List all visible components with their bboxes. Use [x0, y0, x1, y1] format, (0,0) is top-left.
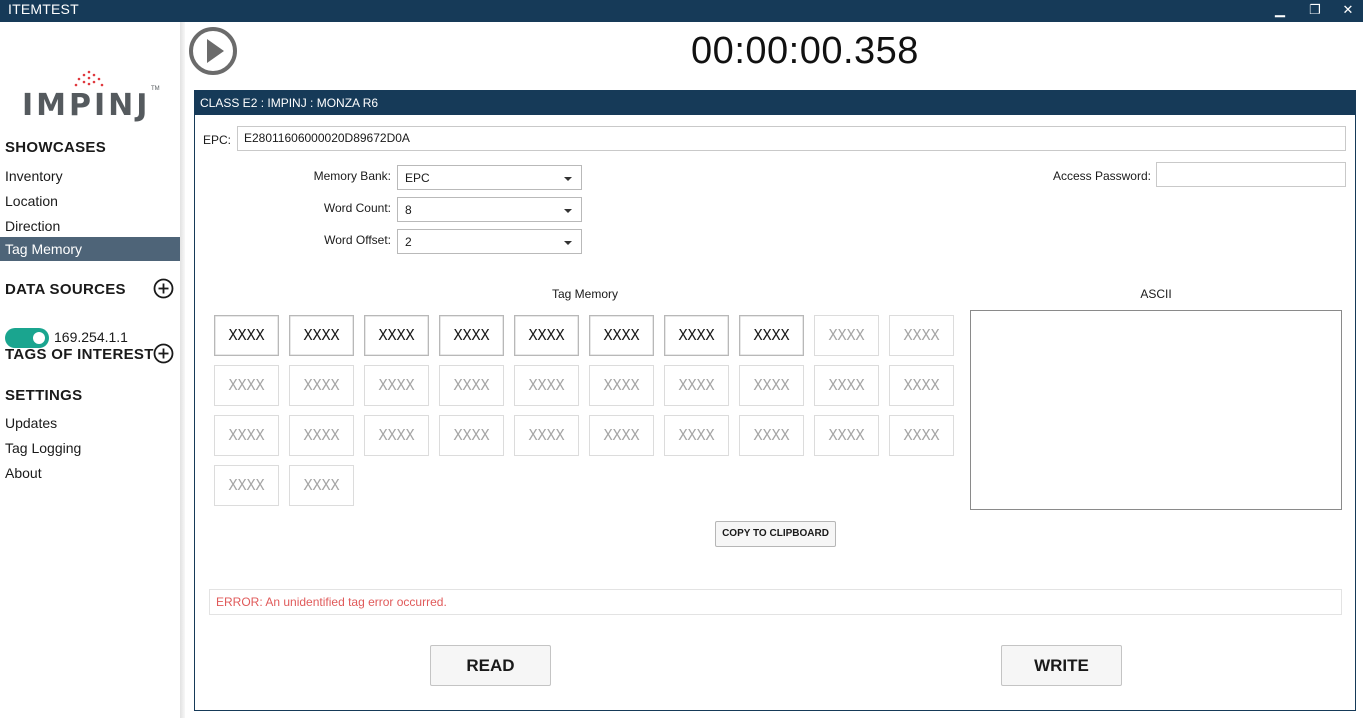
sidebar-item-updates[interactable]: Updates	[0, 411, 180, 435]
memory-word-cell[interactable]: XXXX	[664, 315, 729, 356]
memory-word-cell[interactable]: XXXX	[589, 315, 654, 356]
memory-word-cell[interactable]: XXXX	[364, 415, 429, 456]
sidebar-item-tag-logging[interactable]: Tag Logging	[0, 436, 180, 460]
memory-word-cell[interactable]: XXXX	[514, 365, 579, 406]
chevron-down-icon	[564, 241, 572, 245]
memory-word-cell[interactable]: XXXX	[514, 415, 579, 456]
close-icon[interactable]: ✕	[1333, 0, 1363, 22]
sidebar: IMPINJ TM SHOWCASES Inventory Location D…	[0, 22, 180, 718]
tag-memory-panel: CLASS E2 : IMPINJ : MONZA R6 EPC: E28011…	[194, 90, 1356, 711]
sidebar-item-direction[interactable]: Direction	[0, 214, 180, 238]
memory-word-cell[interactable]: XXXX	[289, 365, 354, 406]
panel-title: CLASS E2 : IMPINJ : MONZA R6	[195, 91, 1355, 115]
memory-word-cell[interactable]: XXXX	[439, 415, 504, 456]
window-title: ITEMTEST	[8, 1, 79, 17]
memory-word-cell[interactable]: XXXX	[214, 465, 279, 506]
memory-word-cell[interactable]: XXXX	[814, 415, 879, 456]
memory-bank-label: Memory Bank:	[313, 169, 391, 183]
sidebar-item-location[interactable]: Location	[0, 189, 180, 213]
tag-memory-heading: Tag Memory	[551, 287, 619, 301]
error-message: ERROR: An unidentified tag error occurre…	[209, 589, 1342, 615]
memory-word-cell[interactable]: XXXX	[289, 315, 354, 356]
read-button[interactable]: READ	[430, 645, 551, 686]
memory-bank-value: EPC	[405, 171, 430, 185]
logo-trademark: TM	[151, 86, 160, 92]
toggle-knob	[33, 332, 45, 344]
sidebar-item-about[interactable]: About	[0, 461, 180, 485]
sidebar-divider	[180, 22, 185, 718]
memory-word-cell[interactable]: XXXX	[214, 415, 279, 456]
play-circle-icon[interactable]	[188, 26, 238, 76]
memory-word-cell[interactable]: XXXX	[664, 365, 729, 406]
epc-field[interactable]: E28011606000020D89672D0A	[237, 126, 1346, 151]
data-source-address: 169.254.1.1	[54, 329, 128, 345]
access-password-field[interactable]	[1156, 162, 1346, 187]
ascii-textarea[interactable]	[970, 310, 1342, 510]
ascii-heading: ASCII	[1140, 287, 1172, 301]
memory-word-cell[interactable]: XXXX	[514, 315, 579, 356]
impinj-logo: IMPINJ TM	[22, 66, 162, 126]
data-source-toggle[interactable]	[5, 328, 49, 348]
restore-icon[interactable]: ❐	[1300, 0, 1330, 22]
memory-word-cell[interactable]: XXXX	[439, 315, 504, 356]
add-data-source-icon[interactable]	[153, 278, 174, 299]
memory-word-cell[interactable]: XXXX	[589, 415, 654, 456]
sidebar-item-inventory[interactable]: Inventory	[0, 164, 180, 188]
word-offset-value: 2	[405, 235, 412, 249]
memory-word-cell[interactable]: XXXX	[289, 465, 354, 506]
access-password-label: Access Password:	[1052, 169, 1151, 183]
word-offset-label: Word Offset:	[324, 233, 391, 247]
memory-word-cell[interactable]: XXXX	[364, 365, 429, 406]
memory-word-cell[interactable]: XXXX	[664, 415, 729, 456]
memory-word-cell[interactable]: XXXX	[889, 365, 954, 406]
memory-word-cell[interactable]: XXXX	[214, 365, 279, 406]
data-sources-heading: DATA SOURCES	[5, 281, 126, 298]
word-offset-select[interactable]: 2	[397, 229, 582, 254]
tags-of-interest-heading: TAGS OF INTEREST	[5, 346, 154, 363]
chevron-down-icon	[564, 177, 572, 181]
memory-word-cell[interactable]: XXXX	[739, 365, 804, 406]
copy-to-clipboard-button[interactable]: COPY TO CLIPBOARD	[715, 521, 836, 547]
sidebar-item-tag-memory[interactable]: Tag Memory	[0, 237, 180, 261]
memory-word-cell[interactable]: XXXX	[814, 365, 879, 406]
memory-word-cell[interactable]: XXXX	[439, 365, 504, 406]
showcases-heading: SHOWCASES	[5, 139, 107, 156]
minimize-icon[interactable]: ▁	[1265, 0, 1295, 22]
title-bar: ITEMTEST ▁ ❐ ✕	[0, 0, 1363, 22]
memory-word-cell[interactable]: XXXX	[289, 415, 354, 456]
word-count-label: Word Count:	[323, 201, 391, 215]
elapsed-timer: 00:00:00.358	[691, 30, 919, 72]
memory-word-cell[interactable]: XXXX	[739, 315, 804, 356]
memory-word-cell[interactable]: XXXX	[214, 315, 279, 356]
memory-word-cell[interactable]: XXXX	[889, 415, 954, 456]
memory-word-cell[interactable]: XXXX	[814, 315, 879, 356]
write-button[interactable]: WRITE	[1001, 645, 1122, 686]
memory-word-cell[interactable]: XXXX	[889, 315, 954, 356]
memory-word-cell[interactable]: XXXX	[364, 315, 429, 356]
logo-wordmark: IMPINJ	[22, 88, 151, 123]
epc-label: EPC:	[203, 133, 232, 147]
chevron-down-icon	[564, 209, 572, 213]
add-tag-of-interest-icon[interactable]	[153, 343, 174, 364]
settings-heading: SETTINGS	[5, 387, 83, 404]
word-count-select[interactable]: 8	[397, 197, 582, 222]
word-count-value: 8	[405, 203, 412, 217]
memory-bank-select[interactable]: EPC	[397, 165, 582, 190]
memory-word-cell[interactable]: XXXX	[589, 365, 654, 406]
memory-word-cell[interactable]: XXXX	[739, 415, 804, 456]
